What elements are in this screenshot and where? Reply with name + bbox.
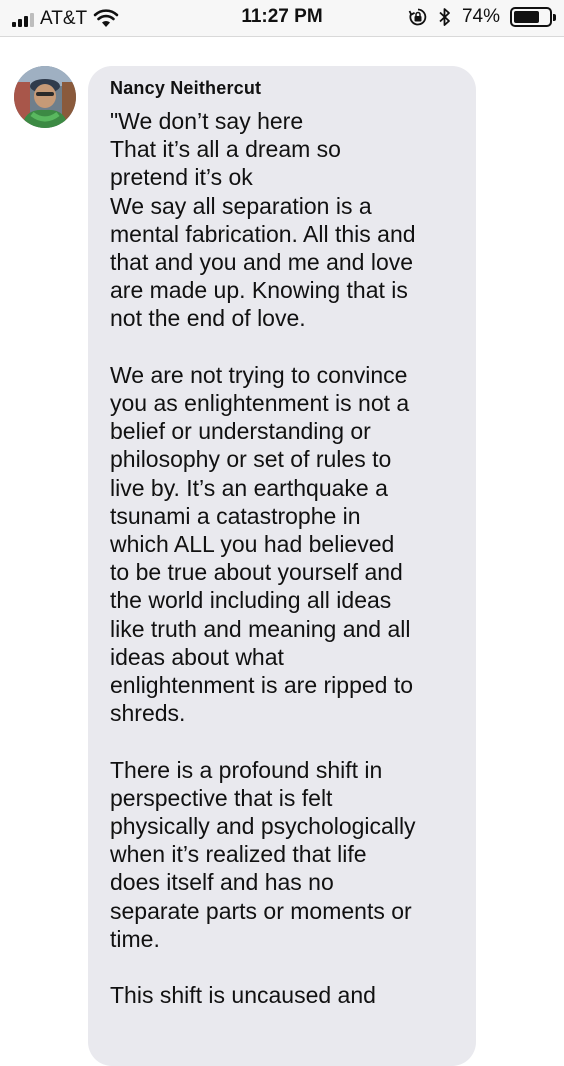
- battery-cap: [553, 14, 556, 21]
- rotation-lock-icon: [408, 8, 427, 26]
- battery-fill: [514, 11, 540, 23]
- battery-percentage: 74%: [461, 6, 500, 27]
- battery-icon: [510, 7, 556, 27]
- message-paragraph: "We don’t say here That it’s all a dream…: [110, 108, 416, 332]
- avatar[interactable]: [14, 66, 76, 128]
- message-paragraph: This shift is uncaused and: [110, 982, 376, 1009]
- sender-name: Nancy Neithercut: [110, 78, 262, 98]
- status-right: 74%: [408, 6, 556, 28]
- bluetooth-icon: [439, 8, 450, 26]
- avatar-image: [14, 66, 76, 128]
- message-bubble[interactable]: Nancy Neithercut "We don’t say here That…: [88, 66, 476, 1066]
- message-paragraph: There is a profound shift in perspective…: [110, 756, 416, 952]
- status-bar: AT&T 11:27 PM 74%: [0, 0, 564, 37]
- message-paragraph: We are not trying to convince you as enl…: [110, 361, 414, 727]
